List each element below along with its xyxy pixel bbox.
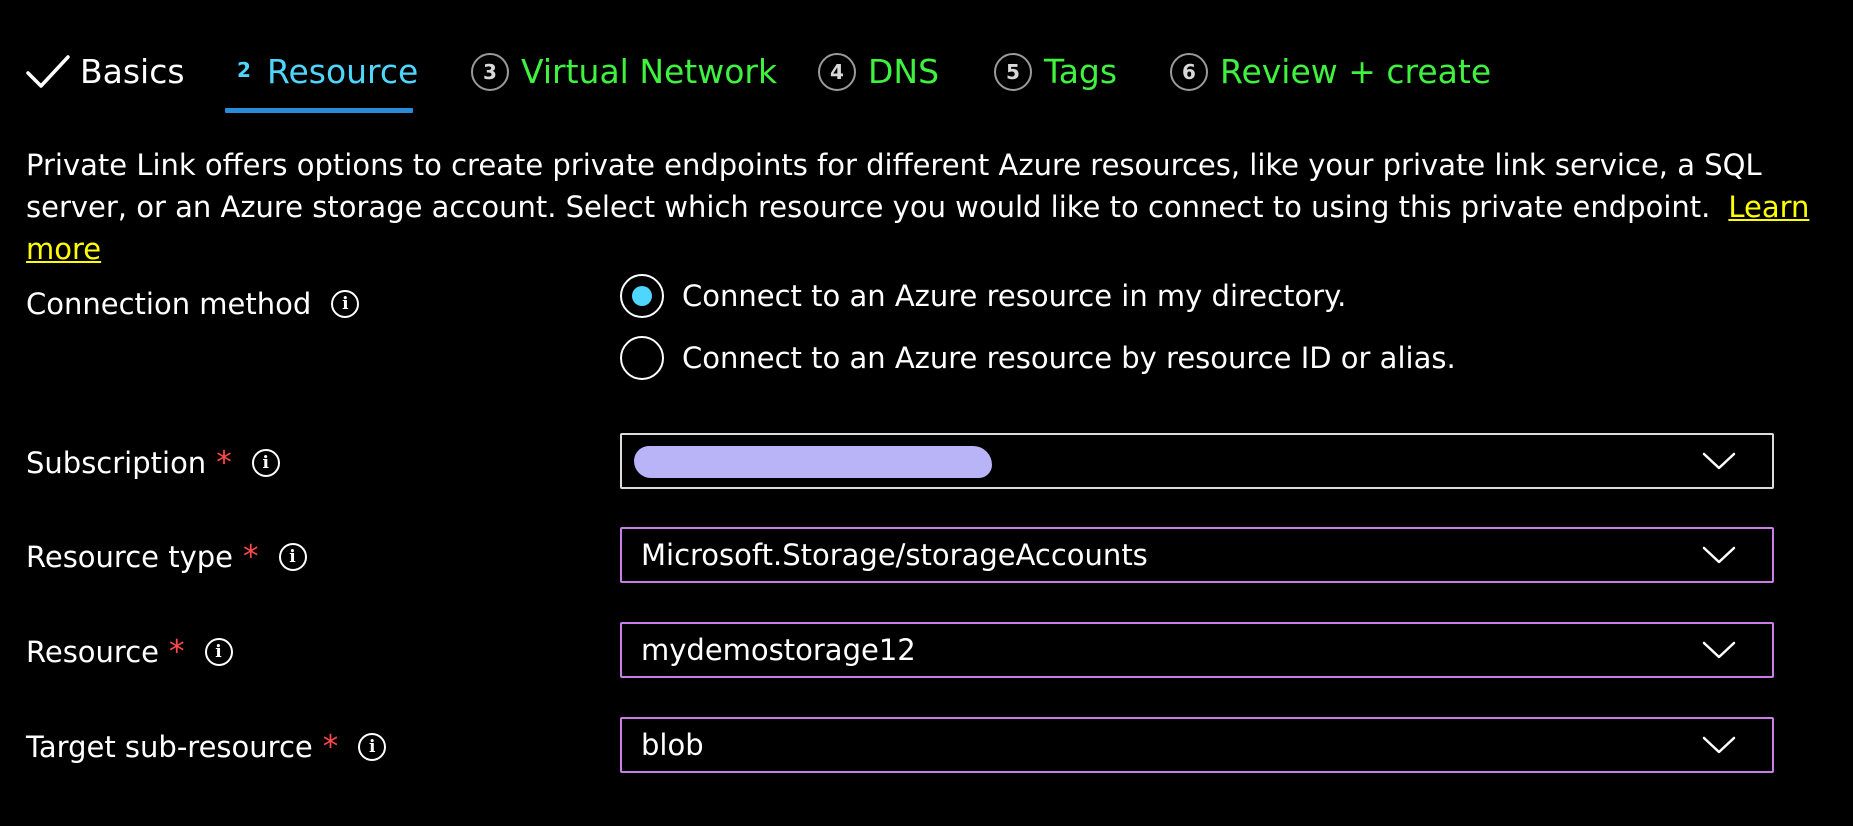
info-icon[interactable]: i (204, 638, 233, 666)
tab-resource[interactable]: 2 Resource (225, 44, 418, 104)
tab-tags[interactable]: 5 Tags (994, 44, 1117, 104)
required-asterisk: * (169, 634, 185, 670)
connection-method-label: Connection method i (26, 284, 360, 324)
target-sub-resource-text: Target sub-resource (26, 730, 313, 764)
redacted-subscription-value (634, 446, 992, 478)
radio-option-resource-id-label: Connect to an Azure resource by resource… (682, 341, 1456, 375)
info-icon[interactable]: i (278, 543, 307, 571)
info-icon[interactable]: i (251, 449, 280, 477)
tab-review-create[interactable]: 6 Review + create (1170, 44, 1491, 104)
active-tab-indicator (225, 108, 413, 113)
info-icon[interactable]: i (358, 733, 387, 761)
subscription-label: Subscription * i (26, 443, 280, 483)
description-text: Private Link offers options to create pr… (26, 148, 1762, 224)
resource-type-text: Resource type (26, 540, 233, 574)
radio-option-directory[interactable]: Connect to an Azure resource in my direc… (620, 274, 1346, 318)
resource-value: mydemostorage12 (641, 633, 916, 667)
tab-virtual-network[interactable]: 3 Virtual Network (471, 44, 777, 104)
connection-method-text: Connection method (26, 287, 312, 321)
tab-resource-label: Resource (267, 52, 419, 91)
resource-text: Resource (26, 635, 159, 669)
chevron-down-icon (1702, 452, 1736, 470)
resource-type-label: Resource type * i (26, 537, 307, 577)
radio-button-checked[interactable] (620, 274, 664, 318)
resource-type-dropdown[interactable]: Microsoft.Storage/storageAccounts (620, 527, 1774, 583)
target-sub-resource-dropdown[interactable]: blob (620, 717, 1774, 773)
tab-dns[interactable]: 4 DNS (818, 44, 939, 104)
step-4-icon: 4 (818, 53, 856, 91)
chevron-down-icon (1702, 736, 1736, 754)
tab-basics-label: Basics (80, 52, 185, 91)
subscription-text: Subscription (26, 446, 207, 480)
target-sub-resource-label: Target sub-resource * i (26, 727, 387, 767)
chevron-down-icon (1702, 546, 1736, 564)
checkmark-icon (26, 55, 70, 88)
info-icon[interactable]: i (331, 290, 360, 318)
tab-basics[interactable]: Basics (26, 44, 185, 104)
description: Private Link offers options to create pr… (26, 144, 1816, 270)
radio-option-resource-id[interactable]: Connect to an Azure resource by resource… (620, 336, 1456, 380)
step-6-icon: 6 (1170, 53, 1208, 91)
required-asterisk: * (216, 445, 232, 481)
tab-tags-label: Tags (1044, 52, 1118, 91)
tab-virtual-network-label: Virtual Network (521, 52, 778, 91)
resource-dropdown[interactable]: mydemostorage12 (620, 622, 1774, 678)
tab-dns-label: DNS (868, 52, 940, 91)
resource-type-value: Microsoft.Storage/storageAccounts (641, 538, 1148, 572)
tab-review-create-label: Review + create (1220, 52, 1492, 91)
step-5-icon: 5 (994, 53, 1032, 91)
wizard-tabs: Basics 2 Resource 3 Virtual Network 4 DN… (0, 0, 1853, 120)
step-3-icon: 3 (471, 53, 509, 91)
chevron-down-icon (1702, 641, 1736, 659)
subscription-dropdown[interactable] (620, 433, 1774, 489)
resource-label: Resource * i (26, 632, 233, 672)
radio-option-directory-label: Connect to an Azure resource in my direc… (682, 279, 1347, 313)
tab-resource-step: 2 (237, 58, 251, 82)
target-sub-resource-value: blob (641, 728, 704, 762)
required-asterisk: * (322, 729, 339, 765)
required-asterisk: * (243, 539, 259, 575)
radio-button-unchecked[interactable] (620, 336, 664, 380)
